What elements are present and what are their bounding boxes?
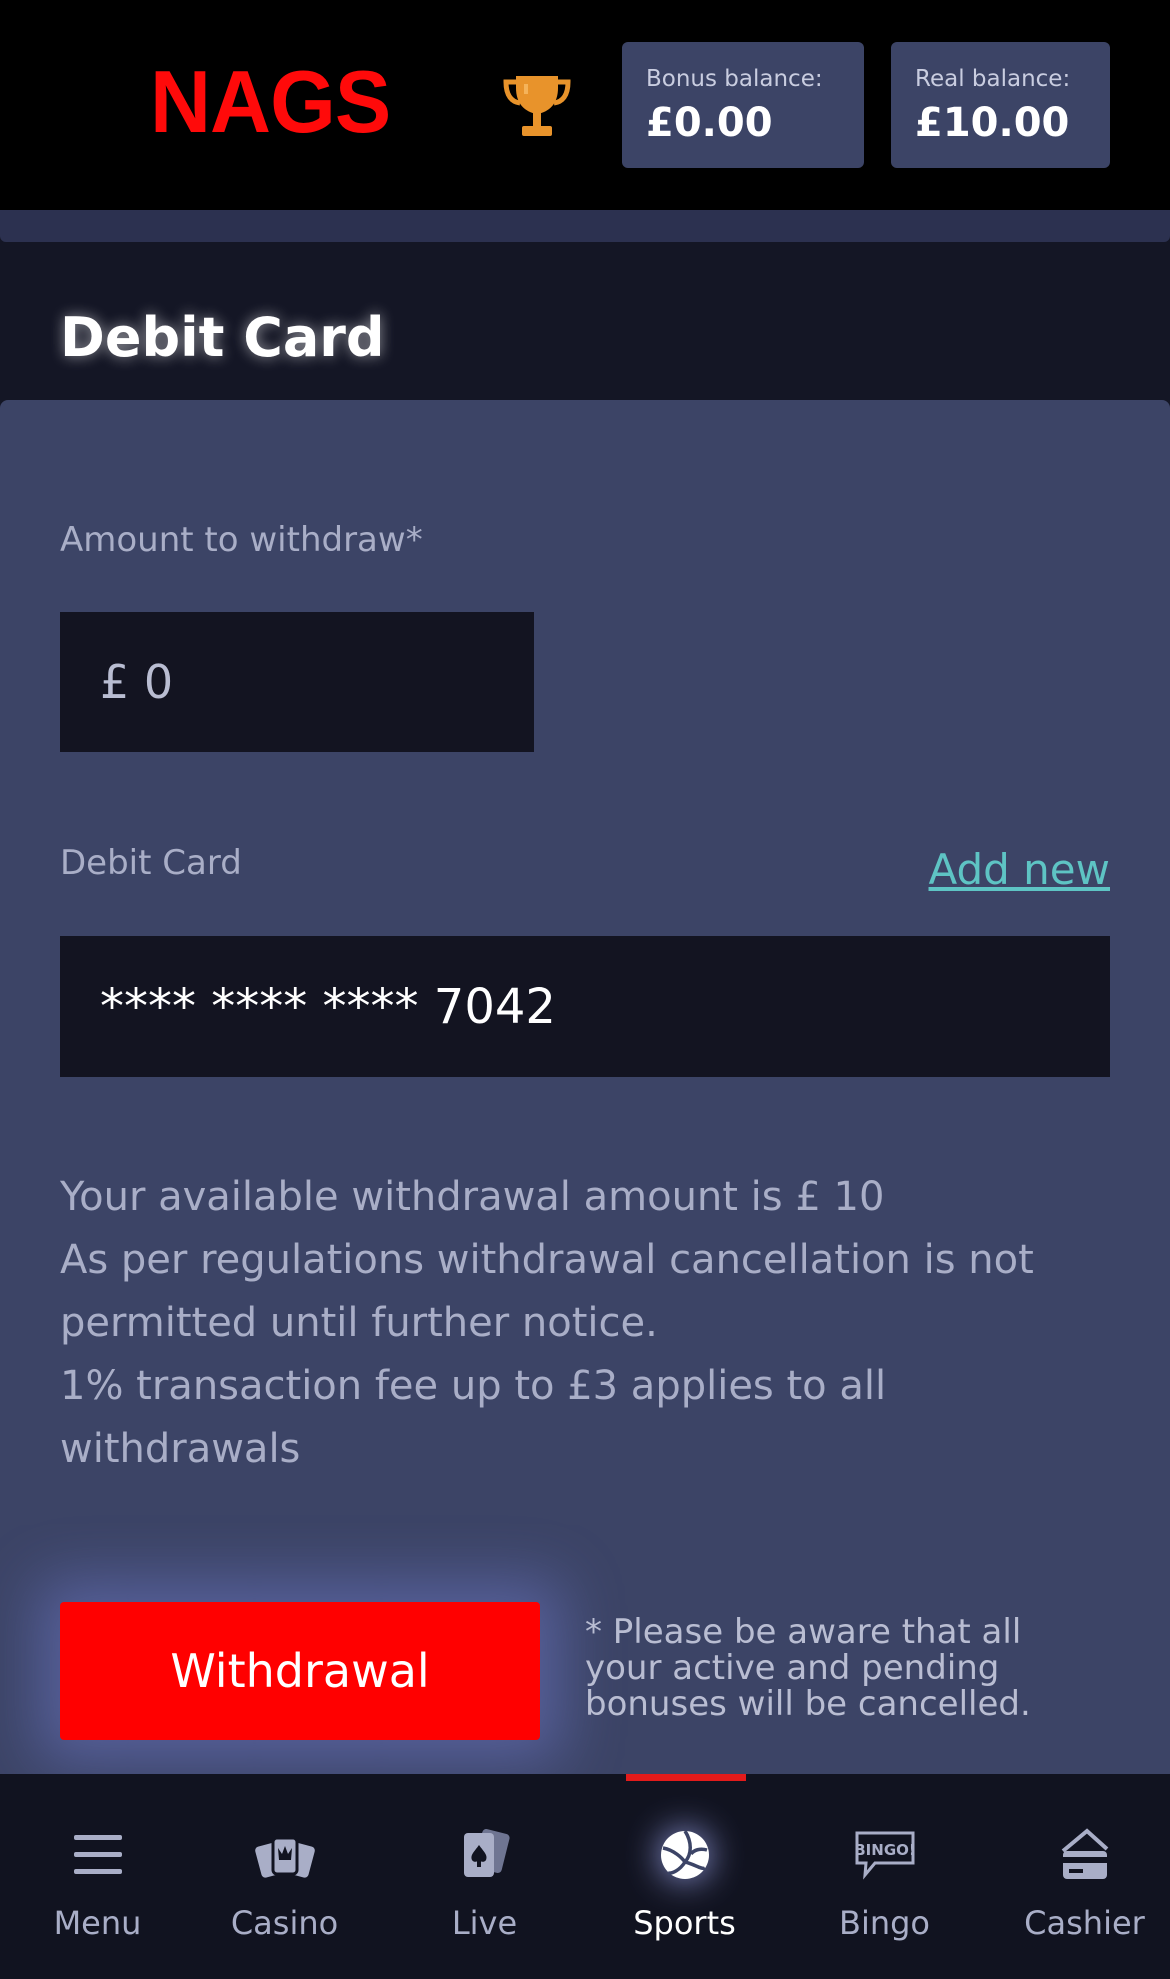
- amount-value: £ 0: [100, 655, 174, 709]
- sports-ball-icon: [650, 1820, 720, 1890]
- nav-item-live[interactable]: Live: [387, 1774, 582, 1979]
- header-strip: [0, 210, 1170, 242]
- card-number-value: **** **** **** 7042: [100, 978, 556, 1035]
- casino-icon: [250, 1820, 320, 1890]
- real-balance-label: Real balance:: [915, 66, 1071, 92]
- nav-label: Casino: [230, 1904, 339, 1942]
- add-new-card-link[interactable]: Add new: [929, 845, 1110, 894]
- nav-item-sports[interactable]: Sports: [587, 1774, 782, 1979]
- withdrawal-button[interactable]: Withdrawal: [60, 1602, 540, 1740]
- nav-item-casino[interactable]: Casino: [187, 1774, 382, 1979]
- nav-item-menu[interactable]: Menu: [0, 1774, 195, 1979]
- bonus-balance-label: Bonus balance:: [646, 66, 823, 92]
- nav-item-bingo[interactable]: BINGO! Bingo: [787, 1774, 982, 1979]
- nav-label: Menu: [53, 1904, 142, 1942]
- info-line: 1% transaction fee up to £3 applies to a…: [60, 1363, 887, 1472]
- menu-icon: [63, 1820, 133, 1890]
- live-cards-icon: [450, 1820, 520, 1890]
- nav-label: Live: [451, 1904, 518, 1942]
- info-line: As per regulations withdrawal cancellati…: [60, 1237, 1034, 1346]
- trophy-icon[interactable]: [502, 70, 572, 142]
- amount-input[interactable]: £ 0: [60, 612, 534, 752]
- withdrawal-form-panel: [0, 400, 1170, 1780]
- nags-logo[interactable]: NAGS: [150, 58, 391, 146]
- amount-label: Amount to withdraw*: [60, 520, 423, 560]
- info-line: Your available withdrawal amount is £ 10: [60, 1174, 885, 1220]
- nav-label: Bingo: [838, 1904, 930, 1942]
- nav-label: Cashier: [1024, 1904, 1145, 1942]
- svg-text:BINGO!: BINGO!: [854, 1841, 915, 1859]
- bonus-cancel-notice: * Please be aware that all your active a…: [585, 1612, 1031, 1724]
- withdrawal-page: NAGS Bonus balance: £0.00 Real balance: …: [0, 0, 1170, 1979]
- nav-label: Sports: [633, 1904, 736, 1942]
- page-title: Debit Card: [60, 306, 385, 369]
- debit-card-select[interactable]: **** **** **** 7042: [60, 936, 1110, 1077]
- nav-item-cashier[interactable]: Cashier: [987, 1774, 1170, 1979]
- withdrawal-info: Your available withdrawal amount is £ 10…: [60, 1166, 1120, 1481]
- real-balance-box[interactable]: Real balance: £10.00: [891, 42, 1110, 168]
- top-header: NAGS Bonus balance: £0.00 Real balance: …: [0, 0, 1170, 210]
- debit-card-label: Debit Card: [60, 843, 242, 883]
- bingo-icon: BINGO!: [850, 1820, 920, 1890]
- bonus-balance-box[interactable]: Bonus balance: £0.00: [622, 42, 864, 168]
- real-balance-value: £10.00: [915, 100, 1070, 146]
- bonus-balance-value: £0.00: [646, 100, 773, 146]
- cashier-icon: [1050, 1820, 1120, 1890]
